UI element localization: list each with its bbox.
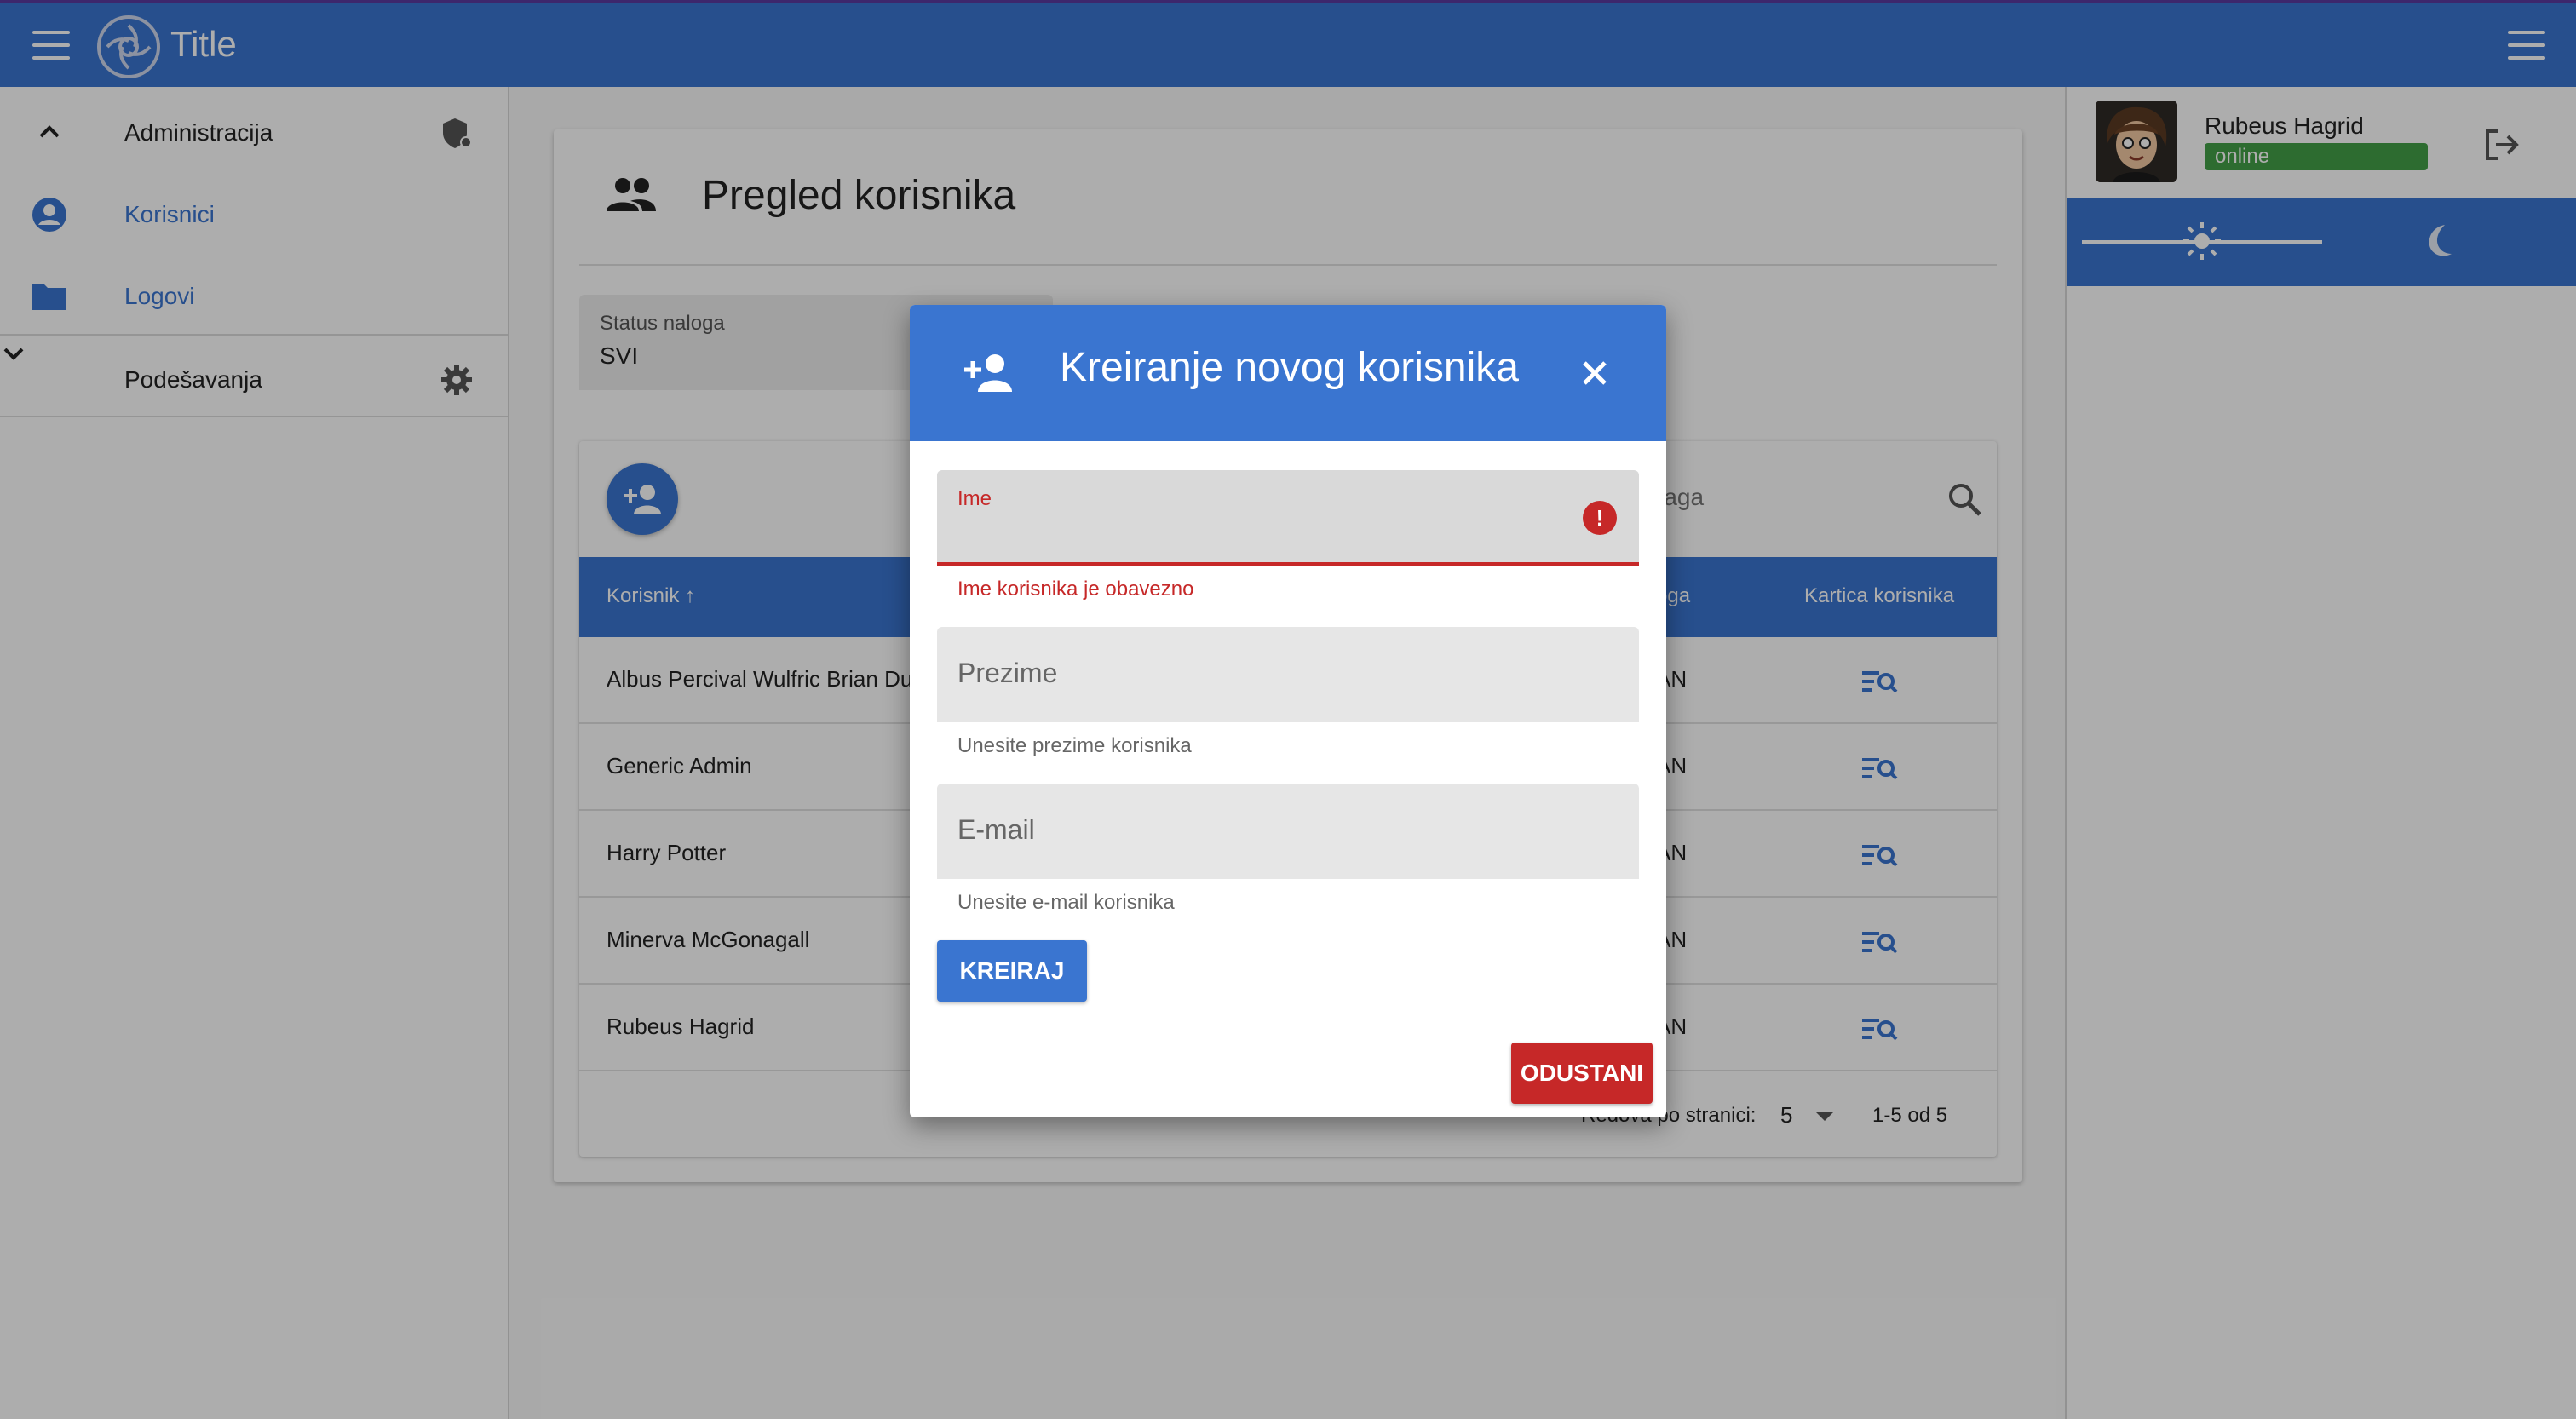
email-field[interactable]: E-mail <box>937 784 1639 879</box>
cancel-button[interactable]: ODUSTANI <box>1511 1043 1653 1104</box>
first-name-error: Ime korisnika je obavezno <box>957 577 1194 600</box>
dialog-title: Kreiranje novog korisnika <box>1060 345 1519 390</box>
error-icon: ! <box>1583 501 1617 535</box>
last-name-field[interactable]: Prezime <box>937 627 1639 722</box>
email-label: E-mail <box>957 814 1035 845</box>
create-user-dialog: Kreiranje novog korisnika Ime ! Ime kori… <box>910 305 1666 1117</box>
last-name-label: Prezime <box>957 658 1058 688</box>
add-person-icon <box>964 354 1012 392</box>
dialog-header: Kreiranje novog korisnika <box>910 305 1666 441</box>
email-helper: Unesite e-mail korisnika <box>957 891 1175 914</box>
last-name-helper: Unesite prezime korisnika <box>957 734 1192 757</box>
close-icon[interactable] <box>1574 353 1615 394</box>
first-name-label: Ime <box>957 487 992 510</box>
create-button[interactable]: KREIRAJ <box>937 940 1087 1002</box>
first-name-field[interactable]: Ime ! <box>937 470 1639 566</box>
